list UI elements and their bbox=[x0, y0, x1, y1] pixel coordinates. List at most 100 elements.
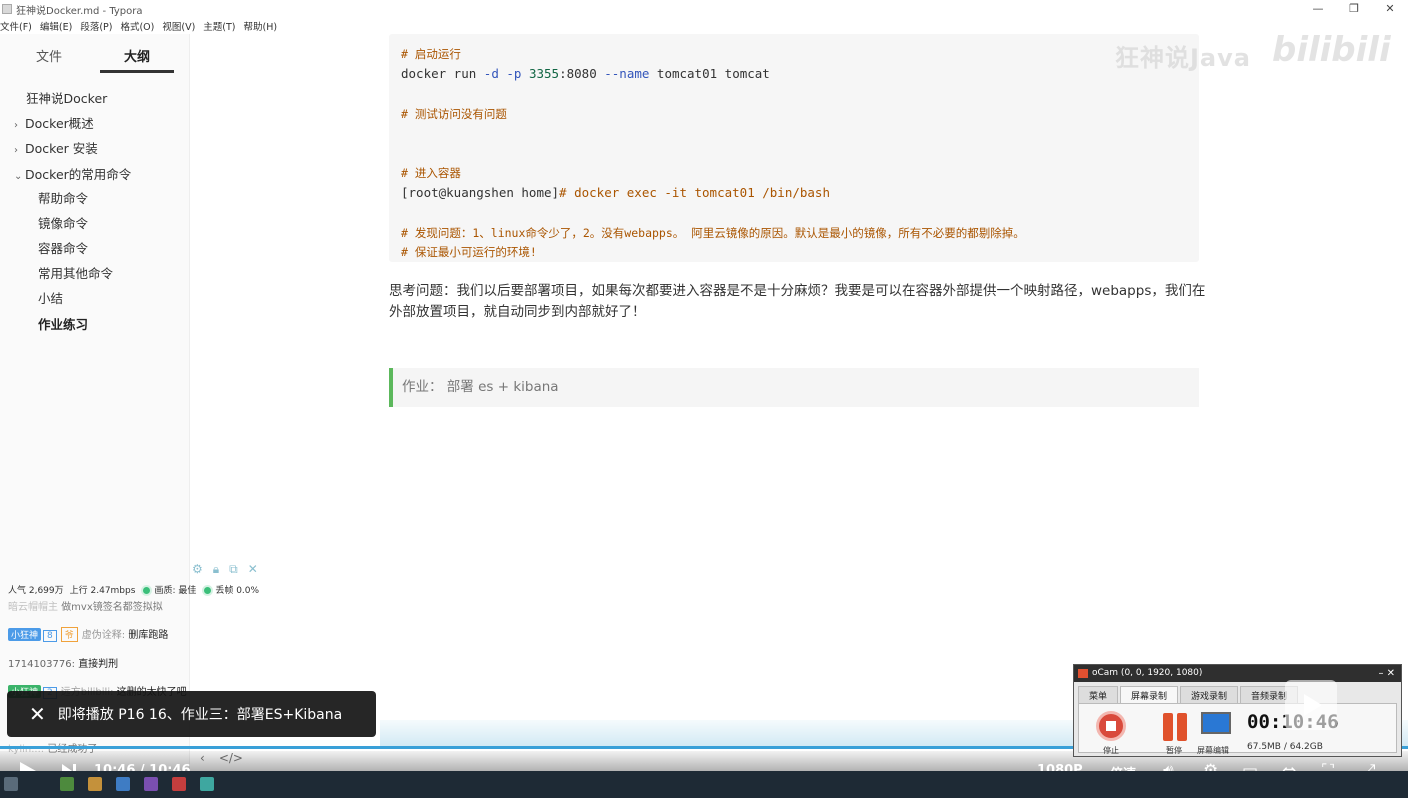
source-mode-icon[interactable]: </> bbox=[219, 751, 243, 765]
menu-format[interactable]: 格式(O) bbox=[120, 19, 154, 33]
ocam-app-icon bbox=[1078, 669, 1088, 678]
outline-item-label: 常用其他命令 bbox=[38, 266, 114, 281]
menu-help[interactable]: 帮助(H) bbox=[244, 19, 278, 33]
code-flag: --name bbox=[604, 66, 650, 81]
outline-item-title[interactable]: 狂神说Docker bbox=[26, 88, 107, 107]
pause-icon[interactable] bbox=[1163, 713, 1189, 741]
outline-item-label: 容器命令 bbox=[38, 241, 89, 256]
code-line-docker-run: docker run -d -p 3355:8080 --name tomcat… bbox=[401, 64, 770, 84]
up-next-popup[interactable]: ✕ 即将播放 P16 16、作业三：部署ES+Kibana bbox=[7, 691, 376, 737]
outline-item-label: 作业练习 bbox=[38, 317, 89, 332]
chevron-right-icon[interactable]: › bbox=[14, 120, 25, 131]
windows-start-icon[interactable] bbox=[4, 777, 18, 791]
ocam-panel: 停止 暂停 屏幕编辑 00:10:46 67.5MB / 64.2GB bbox=[1078, 703, 1397, 755]
chat-text: 做mvx镜签名都签拟拟 bbox=[61, 602, 163, 613]
outline-item-overview[interactable]: › Docker概述 bbox=[14, 113, 94, 132]
window-titlebar: 狂神说Docker.md - Typora — ❐ ✕ bbox=[0, 0, 1408, 18]
chevron-down-icon[interactable]: ⌄ bbox=[14, 171, 25, 182]
ocam-titlebar: oCam (0, 0, 1920, 1080) – ✕ bbox=[1074, 665, 1401, 682]
outline-item-label: 小结 bbox=[38, 291, 64, 306]
typora-app-icon bbox=[2, 4, 12, 14]
gear-icon[interactable]: ⚙ bbox=[192, 562, 203, 577]
status-dot-icon bbox=[141, 585, 153, 596]
maximize-button[interactable]: ❐ bbox=[1336, 0, 1372, 18]
outline-item-other[interactable]: 常用其他命令 bbox=[38, 263, 113, 282]
taskbar bbox=[0, 771, 1408, 798]
outline-item-label: Docker的常用命令 bbox=[25, 167, 132, 182]
menu-theme[interactable]: 主题(T) bbox=[203, 19, 235, 33]
window-controls: — ❐ ✕ bbox=[1300, 0, 1408, 18]
chat-text: 直接判刑 bbox=[78, 659, 119, 670]
taskbar-app-icon[interactable] bbox=[60, 777, 74, 791]
window-title: 狂神说Docker.md - Typora bbox=[16, 5, 143, 17]
outline-item-label: 镜像命令 bbox=[38, 216, 89, 231]
ocam-title: oCam (0, 0, 1920, 1080) bbox=[1092, 668, 1203, 678]
taskbar-app-icon[interactable] bbox=[144, 777, 158, 791]
paragraph-think: 思考问题：我们以后要部署项目，如果每次都要进入容器是不是十分麻烦？我要是可以在容… bbox=[389, 283, 1206, 320]
menu-file[interactable]: 文件(F) bbox=[0, 19, 32, 33]
menu-edit[interactable]: 编辑(E) bbox=[40, 19, 72, 33]
code-comment: # 测试访问没有问题 bbox=[401, 107, 507, 121]
popout-icon[interactable]: ⧉ bbox=[229, 562, 238, 577]
active-tab-indicator bbox=[100, 70, 174, 73]
stat-upload: 上行 2.47mbps bbox=[69, 586, 136, 596]
code-comment: # 启动运行 bbox=[401, 47, 461, 61]
tab-outline[interactable]: 大纲 bbox=[124, 46, 150, 65]
outline-item-label: 狂神说Docker bbox=[26, 91, 108, 106]
bilibili-logo: bilibili bbox=[1272, 30, 1391, 70]
taskbar-app-icon[interactable] bbox=[172, 777, 186, 791]
chat-user: 暗云帽帽主 bbox=[8, 602, 58, 613]
sidebar-tabs: 文件 大纲 bbox=[0, 34, 190, 74]
close-button[interactable]: ✕ bbox=[1372, 0, 1408, 18]
taskbar-app-icon[interactable] bbox=[200, 777, 214, 791]
chat-user: 1714103776: bbox=[8, 659, 75, 670]
outline-item-commands[interactable]: ⌄ Docker的常用命令 bbox=[14, 164, 131, 183]
ocam-stop-label: 停止 bbox=[1103, 746, 1119, 755]
code-flag: -p bbox=[506, 66, 522, 81]
code-text: tomcat01 tomcat bbox=[649, 66, 770, 81]
player-overlay-icons: ⚙ 🔒︎ ⧉ ✕ bbox=[192, 562, 258, 577]
menu-paragraph[interactable]: 段落(P) bbox=[80, 19, 112, 33]
collapse-sidebar-icon[interactable]: ‹ bbox=[200, 751, 205, 765]
outline-item-install[interactable]: › Docker 安装 bbox=[14, 138, 98, 157]
editor-bottom-controls: ‹ </> bbox=[200, 751, 243, 765]
tab-files[interactable]: 文件 bbox=[36, 46, 62, 65]
stat-quality-label: 画质: 最佳 bbox=[154, 586, 197, 596]
menu-view[interactable]: 视图(V) bbox=[162, 19, 195, 33]
chat-message: 小狂神 8 爷虚伪诠释: 删库跑路 bbox=[8, 626, 168, 642]
stat-quality: 画质: 最佳 bbox=[141, 583, 196, 596]
stat-drop-label: 丢帧 0.0% bbox=[215, 586, 260, 596]
big-play-icon[interactable] bbox=[1285, 680, 1337, 730]
status-dot-icon bbox=[202, 585, 214, 596]
outline-item-help[interactable]: 帮助命令 bbox=[38, 188, 88, 207]
monitor-icon[interactable] bbox=[1201, 712, 1231, 734]
close-icon[interactable]: ✕ bbox=[248, 562, 258, 577]
outline-item-label: Docker概述 bbox=[25, 116, 94, 131]
code-text: :8080 bbox=[559, 66, 605, 81]
outline-item-label: 帮助命令 bbox=[38, 191, 89, 206]
level-badge: 8 bbox=[43, 630, 57, 642]
minimize-button[interactable]: — bbox=[1300, 0, 1336, 18]
taskbar-app-icon[interactable] bbox=[88, 777, 102, 791]
outline-item-image[interactable]: 镜像命令 bbox=[38, 213, 88, 232]
ocam-pause-label: 暂停 bbox=[1166, 746, 1182, 755]
blockquote-homework: 作业： 部署 es + kibana bbox=[389, 368, 1199, 407]
code-prompt: [root@kuangshen home] bbox=[401, 185, 560, 200]
chat-message: 1714103776: 直接判刑 bbox=[8, 655, 118, 670]
watermark-text: 狂神说Java bbox=[1115, 44, 1251, 72]
taskbar-app-icon[interactable] bbox=[116, 777, 130, 791]
code-number: 3355 bbox=[528, 66, 560, 81]
code-block[interactable]: # 启动运行 docker run -d -p 3355:8080 --name… bbox=[389, 34, 1199, 262]
chevron-right-icon[interactable]: › bbox=[14, 145, 25, 156]
outline-item-summary[interactable]: 小结 bbox=[38, 288, 63, 307]
close-icon[interactable]: ✕ bbox=[29, 702, 46, 726]
outline-item-container[interactable]: 容器命令 bbox=[38, 238, 88, 257]
ocam-file-size: 67.5MB / 64.2GB bbox=[1247, 742, 1323, 752]
stop-record-icon[interactable] bbox=[1096, 711, 1126, 741]
ocam-edit-label: 屏幕编辑 bbox=[1197, 746, 1229, 755]
lock-icon[interactable]: 🔒︎ bbox=[213, 562, 219, 577]
up-next-text: 即将播放 P16 16、作业三：部署ES+Kibana bbox=[57, 707, 343, 723]
outline-item-homework[interactable]: 作业练习 bbox=[38, 314, 88, 333]
stat-drop: 丢帧 0.0% bbox=[202, 583, 259, 596]
ocam-window-controls[interactable]: – ✕ bbox=[1378, 665, 1395, 682]
